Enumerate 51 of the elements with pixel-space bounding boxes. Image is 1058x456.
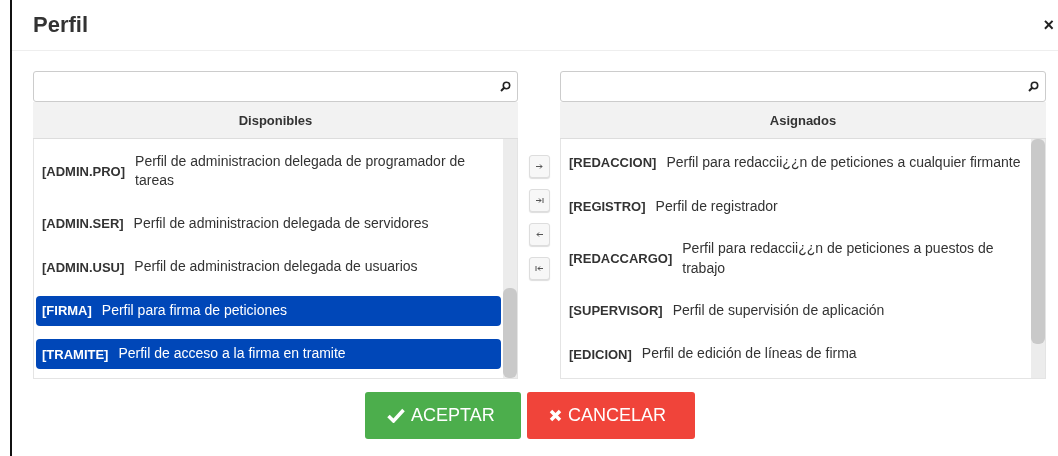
profile-description: Perfil de acceso a la firma en tramite — [118, 344, 346, 364]
profile-code: [SUPERVISOR] — [569, 303, 663, 319]
profile-code: [TRAMITE] — [42, 346, 109, 362]
close-button[interactable]: × — [1043, 14, 1054, 36]
profile-code: [FIRMA] — [42, 303, 92, 319]
selected-list-item[interactable]: [FIRMA] Perfil para firma de peticiones — [36, 295, 501, 326]
list-item[interactable]: [REGISTRO] Perfil de registrador — [563, 191, 1029, 222]
list-item[interactable]: [REDACCION] Perfil para redaccii¿¿n de peticiones a cualquier firmante — [563, 147, 1029, 178]
profile-code: [ADMIN.PRO] — [42, 163, 126, 179]
check-icon — [387, 408, 405, 423]
scrollbar[interactable] — [503, 139, 517, 378]
profile-code: [REDACCARGO] — [569, 251, 673, 266]
profile-description: Perfil de administracion delegada de programador de tareas — [135, 151, 467, 191]
arrow-to-bar-left-icon — [534, 265, 544, 272]
list-item[interactable]: [ADMIN.SER] Perfil de administracion delegada de servidores — [36, 208, 501, 239]
profile-code: [ADMIN.SER] — [42, 216, 124, 232]
profile-description: Perfil para redaccii¿¿n de peticiones a puestos de trabajo — [682, 238, 995, 278]
profile-code: [ADMIN.USU] — [42, 259, 125, 275]
search-field[interactable] — [560, 71, 1046, 102]
list-item[interactable]: [ADMIN.USU] Perfil de administracion delegada de usuarios — [36, 252, 501, 283]
header-label: Disponibles — [238, 112, 313, 128]
arrow-to-bar-right-icon — [534, 197, 544, 204]
arrow-right-icon — [534, 163, 544, 170]
profile-code: [REDACCION] — [569, 155, 657, 171]
profile-description: Perfil de administracion delegada de servidores — [133, 213, 429, 233]
profile-code: [REGISTRO] — [569, 198, 646, 214]
profile-description: Perfil de registrador — [655, 196, 778, 216]
arrow-left-button[interactable] — [528, 223, 550, 246]
profile-description: Perfil de supervisión de aplicación — [672, 300, 885, 320]
scroll-thumb[interactable] — [503, 288, 517, 378]
arrow-to-bar-left-button[interactable] — [528, 257, 550, 280]
profile-description: Perfil de edición de líneas de firma — [641, 344, 857, 364]
search-icon — [1028, 81, 1039, 92]
list-item[interactable]: [REDACCARGO] Perfil para redaccii¿¿n de peticiones a puestos de trabajo — [563, 234, 1029, 283]
header-label: Asignados — [769, 112, 837, 128]
search-icon — [500, 81, 511, 92]
list-item[interactable]: [EDICION] Perfil de edición de líneas de firma — [563, 339, 1029, 370]
profile-description: Perfil de administracion delegada de usuarios — [134, 257, 418, 277]
list-item[interactable]: [SUPERVISOR] Perfil de supervisión de aplicación — [563, 295, 1029, 326]
selected-list-item[interactable]: [TRAMITE] Perfil de acceso a la firma en tramite — [36, 339, 501, 370]
list-item[interactable]: [ADMIN.PRO] Perfil de administracion delegada de programador de tareas — [36, 147, 501, 195]
profile-code: [EDICION] — [569, 346, 632, 362]
arrow-to-bar-right-button[interactable] — [528, 189, 550, 212]
arrow-left-icon — [534, 231, 544, 238]
arrow-right-button[interactable] — [528, 155, 550, 178]
close-icon — [549, 409, 562, 422]
search-field[interactable] — [33, 71, 518, 102]
dialog-title: Perfil — [33, 12, 89, 38]
cancel-button[interactable]: CANCELAR — [527, 392, 695, 439]
profile-description: Perfil para firma de peticiones — [101, 300, 288, 320]
profile-description: Perfil para redaccii¿¿n de peticiones a cualquier firmante — [666, 153, 1021, 172]
